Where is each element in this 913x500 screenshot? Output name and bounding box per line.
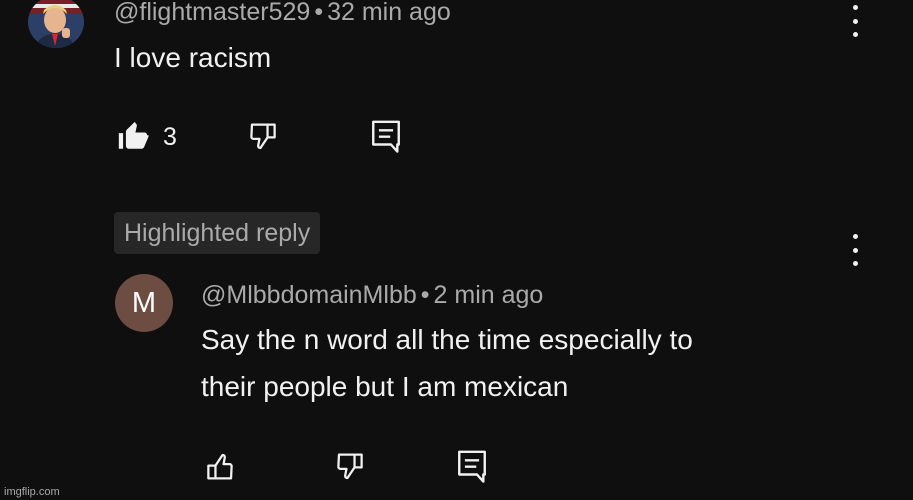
reply-dislike-button[interactable] bbox=[333, 449, 369, 488]
reply-comment-icon bbox=[458, 450, 486, 483]
reply-author-handle[interactable]: @MlbbdomainMlbb bbox=[201, 281, 417, 309]
like-count: 3 bbox=[163, 123, 177, 151]
comment-timestamp[interactable]: 32 min ago bbox=[327, 0, 451, 26]
thumbs-down-outline-icon bbox=[337, 453, 363, 480]
reply-timestamp[interactable]: 2 min ago bbox=[434, 281, 544, 309]
reply-comment-icon bbox=[372, 120, 400, 153]
reply-avatar[interactable]: M bbox=[115, 274, 173, 332]
comment-more-vert-icon[interactable] bbox=[850, 5, 860, 37]
avatar-photo-image bbox=[28, 0, 84, 48]
meta-separator: • bbox=[420, 281, 430, 309]
thumbs-down-outline-icon bbox=[250, 123, 276, 150]
dislike-button[interactable] bbox=[246, 119, 282, 158]
reply-text-line-2: their people but I am mexican bbox=[201, 371, 569, 402]
meta-separator: • bbox=[314, 0, 324, 26]
comment-meta: @flightmaster529 • 32 min ago bbox=[114, 0, 451, 27]
reply-button[interactable] bbox=[369, 117, 403, 160]
highlighted-reply-badge: Highlighted reply bbox=[114, 212, 321, 254]
commenter-avatar[interactable] bbox=[28, 0, 84, 48]
thumbs-up-filled-icon bbox=[118, 121, 149, 149]
like-button[interactable] bbox=[116, 119, 150, 158]
reply-like-button[interactable] bbox=[201, 450, 237, 489]
comment-text: I love racism bbox=[114, 42, 272, 73]
comment-author-handle[interactable]: @flightmaster529 bbox=[114, 0, 310, 26]
reply-text-line-1: Say the n word all the time especially t… bbox=[201, 324, 693, 355]
reply-meta: @MlbbdomainMlbb • 2 min ago bbox=[201, 281, 543, 310]
reply-reply-button[interactable] bbox=[455, 447, 489, 490]
thumbs-up-outline-icon bbox=[207, 453, 233, 480]
imgflip-watermark: imgflip.com bbox=[4, 486, 60, 498]
reply-more-vert-icon[interactable] bbox=[850, 234, 860, 266]
